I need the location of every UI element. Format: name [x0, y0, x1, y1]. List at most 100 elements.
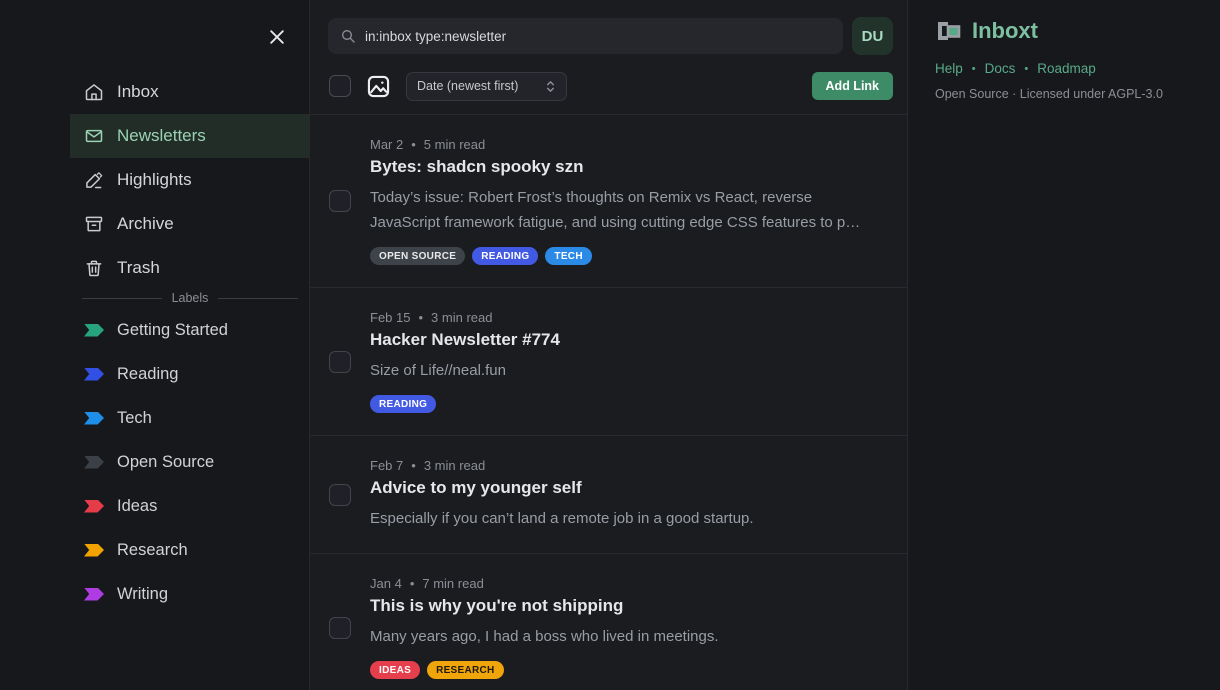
card-read-time: 3 min read — [424, 458, 485, 473]
label-item-reading[interactable]: Reading — [70, 352, 310, 396]
sort-order-value: Date (newest first) — [417, 79, 518, 93]
card-date: Feb 7 — [370, 458, 403, 473]
sidebar-item-label: Inbox — [117, 82, 159, 102]
card-title: Hacker Newsletter #774 — [370, 330, 883, 350]
image-view-toggle-button[interactable] — [365, 73, 392, 100]
add-link-button[interactable]: Add Link — [812, 72, 893, 100]
sidebar-item-trash[interactable]: Trash — [70, 246, 310, 290]
tag-badge: OPEN SOURCE — [370, 247, 465, 265]
label-name: Writing — [117, 585, 168, 604]
meta-separator: • — [411, 458, 416, 473]
tag-badge: TECH — [545, 247, 591, 265]
labels-header-text: Labels — [172, 291, 209, 305]
card-preview: Today’s issue: Robert Frost’s thoughts o… — [370, 185, 883, 235]
card-meta: Feb 15 • 3 min read — [370, 310, 883, 325]
card-read-time: 3 min read — [431, 310, 492, 325]
label-tag-icon — [84, 544, 104, 557]
card-read-time: 7 min read — [422, 576, 483, 591]
card-tag-row: IDEAS RESEARCH — [370, 661, 883, 679]
card-checkbox[interactable] — [329, 617, 351, 639]
select-all-checkbox[interactable] — [329, 75, 351, 97]
tag-badge: READING — [370, 395, 436, 413]
sidebar-item-label: Trash — [117, 258, 160, 278]
close-icon — [267, 27, 287, 47]
search-box[interactable] — [328, 18, 843, 54]
inboxt-logo-icon — [935, 18, 963, 44]
meta-separator: • — [410, 576, 415, 591]
label-tag-icon — [84, 324, 104, 337]
list-toolbar: Date (newest first) Add Link — [310, 55, 907, 100]
newsletter-card[interactable]: Feb 15 • 3 min read Hacker Newsletter #7… — [310, 287, 907, 435]
labels-list: Getting Started Reading Tech Open Source… — [0, 308, 310, 616]
sidebar: Inbox Newsletters Highlights Archive Tra… — [0, 0, 310, 690]
roadmap-link[interactable]: Roadmap — [1037, 61, 1096, 76]
newsletter-card[interactable]: Jan 4 • 7 min read This is why you're no… — [310, 553, 907, 690]
meta-separator: • — [418, 310, 423, 325]
label-tag-icon — [84, 500, 104, 513]
card-checkbox[interactable] — [329, 190, 351, 212]
brand-row: Inboxt — [935, 18, 1200, 44]
newsletter-card[interactable]: Mar 2 • 5 min read Bytes: shadcn spooky … — [310, 114, 907, 287]
label-item-research[interactable]: Research — [70, 528, 310, 572]
help-link[interactable]: Help — [935, 61, 963, 76]
tag-badge: RESEARCH — [427, 661, 504, 679]
close-sidebar-button[interactable] — [260, 20, 294, 54]
sidebar-nav: Inbox Newsletters Highlights Archive Tra… — [0, 70, 310, 290]
link-separator: • — [972, 63, 976, 75]
label-item-writing[interactable]: Writing — [70, 572, 310, 616]
label-name: Ideas — [117, 497, 157, 516]
card-body: Feb 7 • 3 min read Advice to my younger … — [370, 458, 883, 531]
sidebar-item-label: Archive — [117, 214, 174, 234]
newsletter-card[interactable]: Feb 7 • 3 min read Advice to my younger … — [310, 435, 907, 553]
image-icon — [365, 73, 392, 100]
card-checkbox[interactable] — [329, 351, 351, 373]
license-text: Open Source · Licensed under AGPL-3.0 — [935, 87, 1200, 101]
label-tag-icon — [84, 368, 104, 381]
pen-icon — [84, 170, 104, 190]
card-title: Bytes: shadcn spooky szn — [370, 157, 883, 177]
label-name: Tech — [117, 409, 152, 428]
sidebar-item-inbox[interactable]: Inbox — [70, 70, 310, 114]
label-item-getting-started[interactable]: Getting Started — [70, 308, 310, 352]
docs-link[interactable]: Docs — [985, 61, 1016, 76]
label-item-ideas[interactable]: Ideas — [70, 484, 310, 528]
card-title: Advice to my younger self — [370, 478, 883, 498]
card-meta: Jan 4 • 7 min read — [370, 576, 883, 591]
label-name: Getting Started — [117, 321, 228, 340]
card-date: Jan 4 — [370, 576, 402, 591]
sort-order-select[interactable]: Date (newest first) — [406, 72, 567, 101]
archive-icon — [84, 214, 104, 234]
label-item-open-source[interactable]: Open Source — [70, 440, 310, 484]
card-body: Feb 15 • 3 min read Hacker Newsletter #7… — [370, 310, 883, 413]
card-body: Jan 4 • 7 min read This is why you're no… — [370, 576, 883, 679]
mail-icon — [84, 126, 104, 146]
sidebar-item-newsletters[interactable]: Newsletters — [70, 114, 310, 158]
sidebar-item-archive[interactable]: Archive — [70, 202, 310, 246]
app-title: Inboxt — [972, 18, 1038, 44]
label-name: Reading — [117, 365, 178, 384]
label-tag-icon — [84, 412, 104, 425]
label-name: Research — [117, 541, 188, 560]
search-input[interactable] — [365, 29, 831, 44]
sidebar-item-highlights[interactable]: Highlights — [70, 158, 310, 202]
tag-badge: READING — [472, 247, 538, 265]
labels-section-header: Labels — [82, 291, 298, 305]
card-read-time: 5 min read — [424, 137, 485, 152]
trash-icon — [84, 258, 104, 278]
label-item-tech[interactable]: Tech — [70, 396, 310, 440]
card-preview: Size of Life//neal.fun — [370, 358, 883, 383]
user-avatar[interactable]: DU — [852, 17, 893, 55]
card-meta: Feb 7 • 3 min read — [370, 458, 883, 473]
card-date: Feb 15 — [370, 310, 410, 325]
newsletter-card-list: Mar 2 • 5 min read Bytes: shadcn spooky … — [310, 114, 907, 690]
label-tag-icon — [84, 588, 104, 601]
home-icon — [84, 82, 104, 102]
card-preview: Many years ago, I had a boss who lived i… — [370, 624, 883, 649]
about-panel: Inboxt Help • Docs • Roadmap Open Source… — [909, 0, 1220, 690]
card-tag-row: OPEN SOURCE READING TECH — [370, 247, 883, 265]
card-meta: Mar 2 • 5 min read — [370, 137, 883, 152]
sidebar-item-label: Newsletters — [117, 126, 206, 146]
card-checkbox[interactable] — [329, 484, 351, 506]
card-preview: Especially if you can’t land a remote jo… — [370, 506, 883, 531]
label-name: Open Source — [117, 453, 214, 472]
